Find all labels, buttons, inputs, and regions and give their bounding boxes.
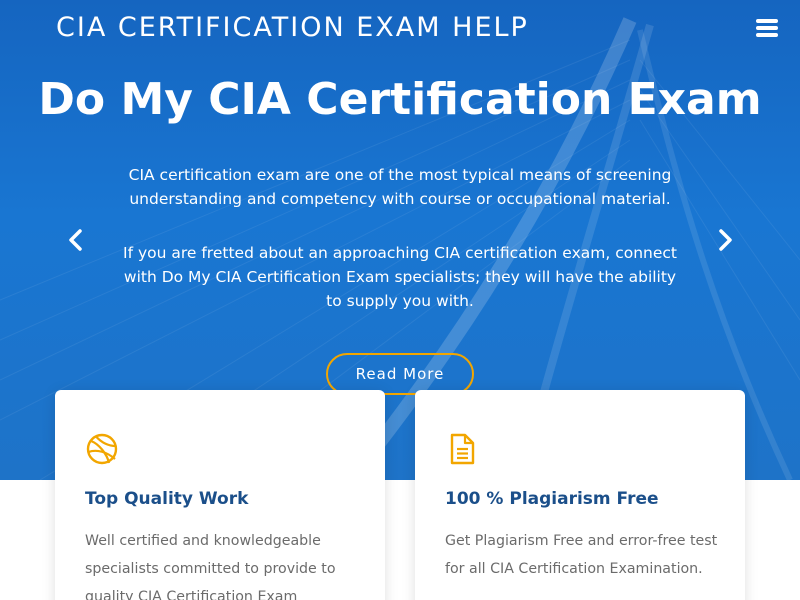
hamburger-menu-icon[interactable]	[752, 16, 782, 42]
chevron-left-icon[interactable]	[60, 222, 90, 258]
hero-title: Do My CIA Certification Exam	[38, 74, 762, 125]
feature-card-quality: Top Quality Work Well certified and know…	[55, 390, 385, 600]
chevron-right-icon[interactable]	[711, 222, 741, 258]
hero-paragraph-1: CIA certification exam are one of the mo…	[128, 166, 672, 208]
feature-title: Top Quality Work	[85, 489, 249, 509]
dribbble-ball-icon	[85, 432, 119, 466]
feature-text: Get Plagiarism Free and error-free test …	[445, 533, 718, 577]
feature-title: 100 % Plagiarism Free	[445, 489, 659, 509]
feature-text: Well certified and knowledgeable special…	[85, 533, 336, 600]
feature-card-plagiarism: 100 % Plagiarism Free Get Plagiarism Fre…	[415, 390, 745, 600]
document-icon	[445, 432, 479, 466]
site-brand[interactable]: CIA CERTIFICATION EXAM HELP	[56, 12, 529, 43]
hero-paragraph-2: If you are fretted about an approaching …	[123, 244, 677, 310]
read-more-button[interactable]: Read More	[326, 353, 474, 395]
